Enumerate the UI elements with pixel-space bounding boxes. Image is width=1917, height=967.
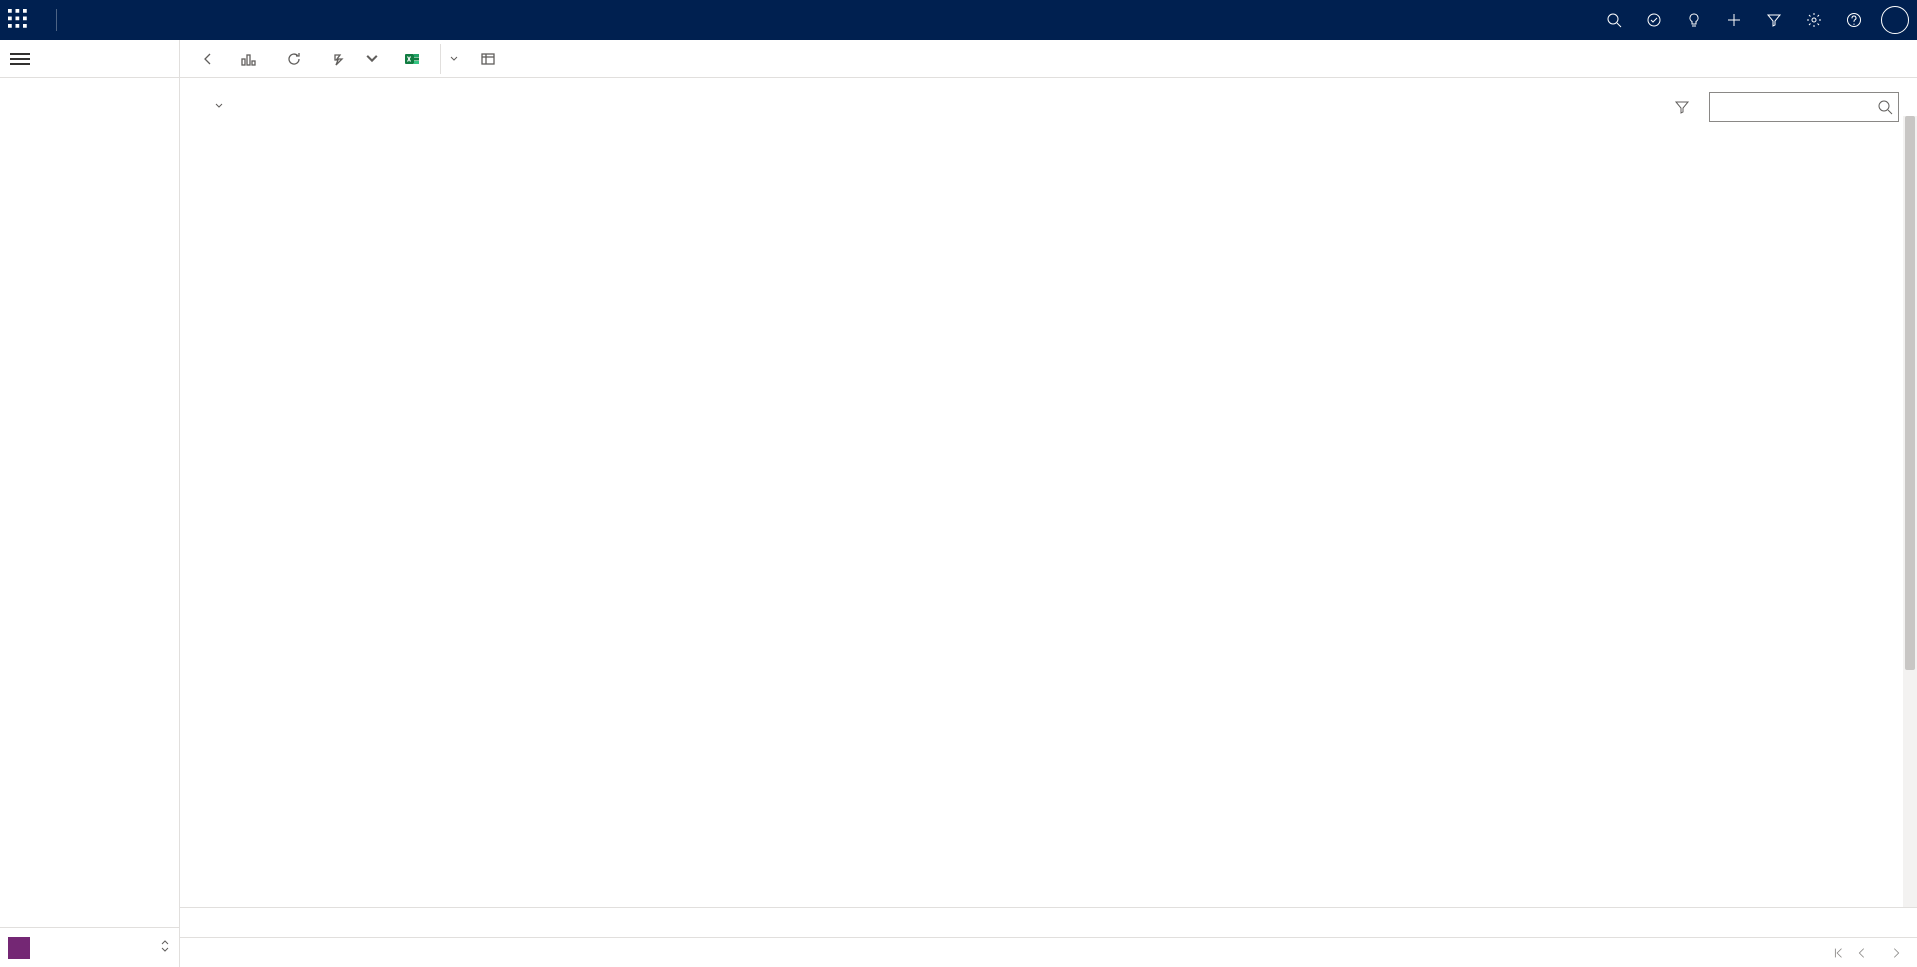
bulb-icon[interactable] (1677, 3, 1711, 37)
sidebar (0, 78, 179, 927)
search-icon[interactable] (1877, 99, 1893, 115)
area-badge (8, 937, 30, 959)
back-button[interactable] (190, 44, 226, 74)
search-input[interactable] (1709, 92, 1899, 122)
command-bar (180, 40, 1917, 78)
pager (1831, 946, 1903, 960)
export-excel-split[interactable] (440, 44, 466, 74)
hamburger-icon[interactable] (10, 49, 30, 69)
refresh-button[interactable] (276, 44, 318, 74)
filter-icon[interactable] (1757, 3, 1791, 37)
task-icon[interactable] (1637, 3, 1671, 37)
prev-page-icon[interactable] (1855, 946, 1869, 960)
grid-scrollbar[interactable] (1903, 116, 1917, 907)
left-panel (0, 40, 180, 967)
flow-button[interactable] (322, 44, 390, 74)
grid-filter-button[interactable] (1667, 92, 1697, 122)
area-switcher[interactable] (0, 927, 179, 967)
create-view-button[interactable] (470, 44, 512, 74)
divider (56, 9, 57, 31)
show-chart-button[interactable] (230, 44, 272, 74)
export-excel-button[interactable] (394, 44, 436, 74)
main-area (180, 40, 1917, 967)
chevron-updown-icon (159, 939, 171, 956)
avatar[interactable] (1881, 6, 1909, 34)
grid-footer (180, 937, 1917, 967)
view-picker-chevron-icon[interactable] (214, 100, 224, 114)
app-launcher-icon[interactable] (8, 9, 28, 32)
search-icon[interactable] (1597, 3, 1631, 37)
gear-icon[interactable] (1797, 3, 1831, 37)
alpha-filter-bar (180, 907, 1917, 937)
view-header (180, 78, 1917, 132)
topbar (0, 0, 1917, 40)
search-box (1709, 92, 1899, 122)
help-icon[interactable] (1837, 3, 1871, 37)
add-icon[interactable] (1717, 3, 1751, 37)
next-page-icon[interactable] (1889, 946, 1903, 960)
first-page-icon[interactable] (1831, 946, 1845, 960)
